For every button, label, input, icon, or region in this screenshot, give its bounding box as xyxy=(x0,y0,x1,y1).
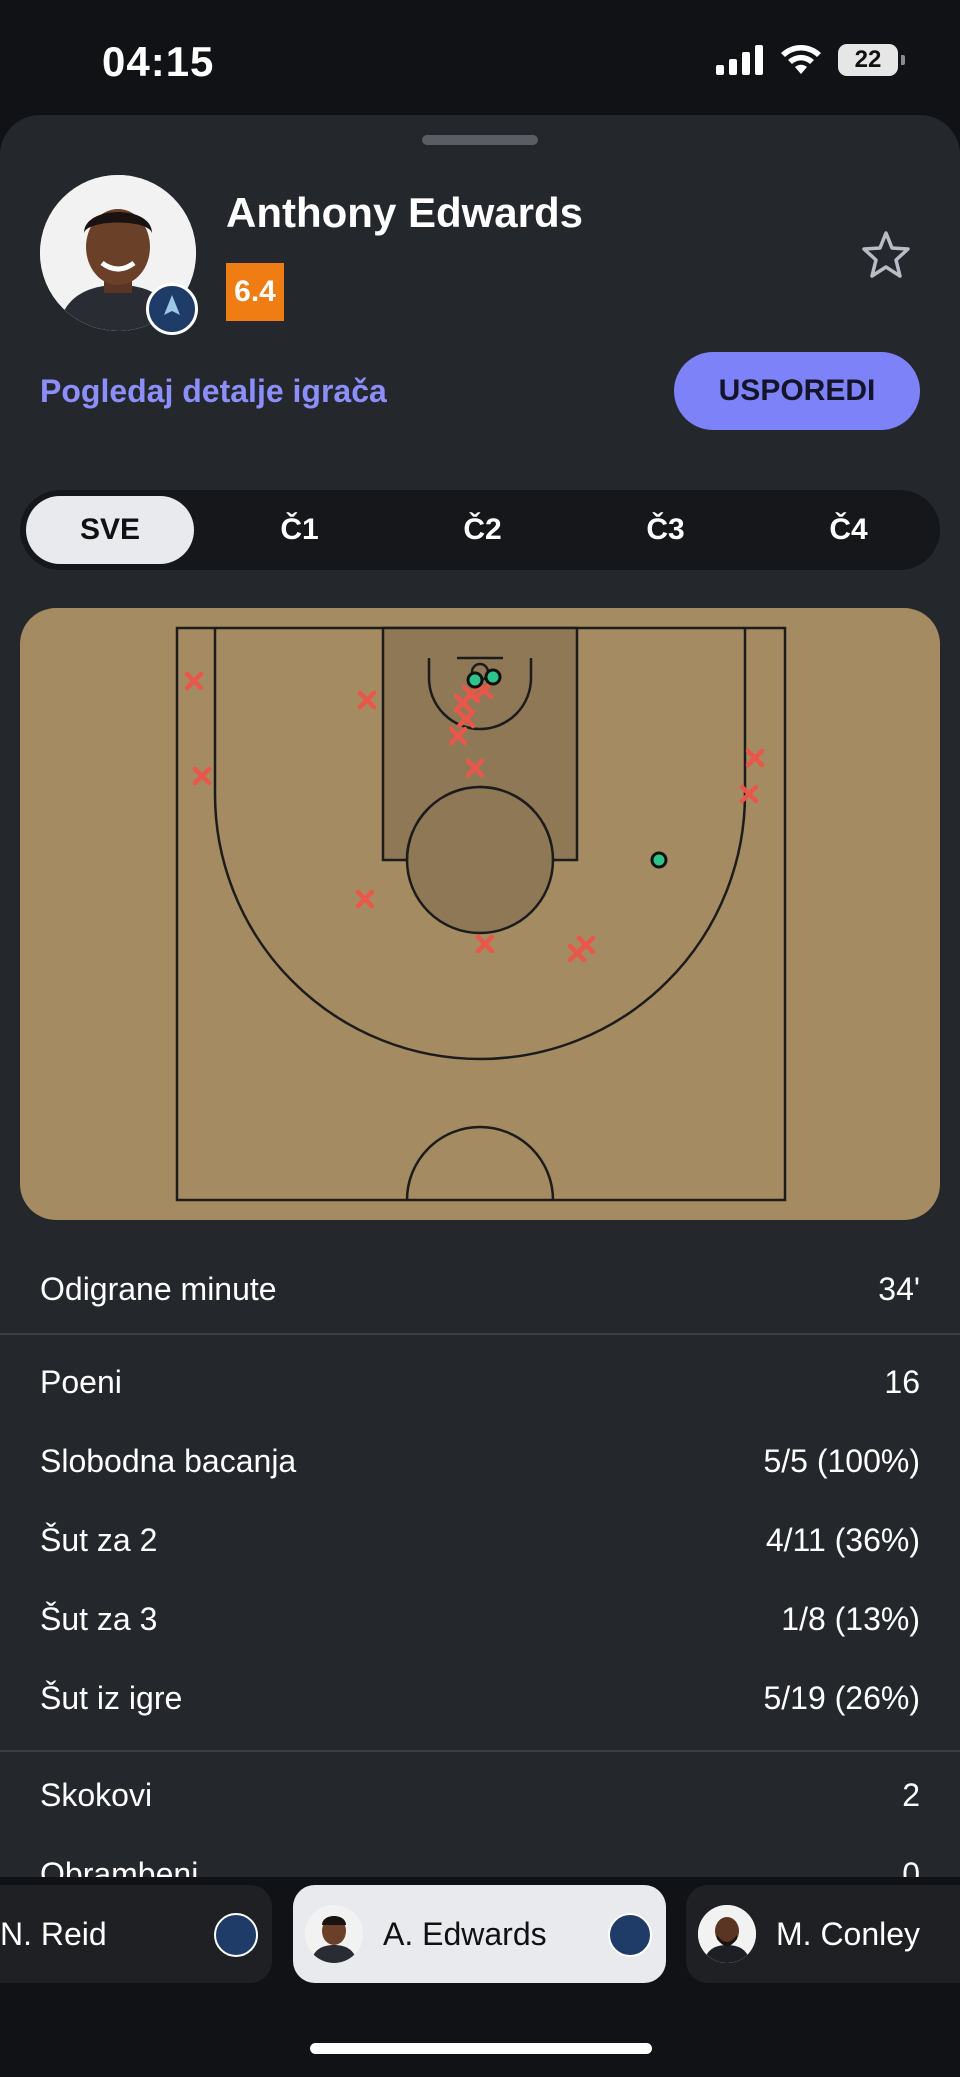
status-icons: 22 xyxy=(716,44,905,76)
stat-value: 2 xyxy=(902,1777,920,1813)
made-shot-marker xyxy=(466,671,484,689)
stat-label: Skokovi xyxy=(40,1777,153,1813)
player-pill-conley[interactable]: M. Conley xyxy=(686,1885,960,1983)
stat-label: Šut iz igre xyxy=(40,1680,183,1716)
tab-q2[interactable]: Č2 xyxy=(391,496,574,564)
signal-icon xyxy=(716,45,763,75)
missed-shot-marker xyxy=(465,758,485,778)
player-rating-badge: 6.4 xyxy=(226,263,284,321)
wifi-icon xyxy=(781,45,821,74)
avatar xyxy=(305,1905,363,1963)
stat-value: 5/19 (26%) xyxy=(763,1680,920,1716)
stat-row-two-point: Šut za 2 4/11 (36%) xyxy=(0,1501,960,1580)
missed-shot-marker xyxy=(453,693,473,713)
stat-label: Slobodna bacanja xyxy=(40,1443,297,1479)
missed-shot-marker xyxy=(184,671,204,691)
player-sheet: Anthony Edwards 6.4 Pogledaj detalje igr… xyxy=(0,115,960,2077)
team-logo-icon xyxy=(146,283,198,335)
stat-row-minutes: Odigrane minute 34' xyxy=(0,1245,960,1333)
stat-value: 1/8 (13%) xyxy=(781,1601,920,1637)
stat-row-free-throws: Slobodna bacanja 5/5 (100%) xyxy=(0,1422,960,1501)
missed-shot-marker xyxy=(475,934,495,954)
made-shot-marker xyxy=(484,668,502,686)
stat-label: Šut za 3 xyxy=(40,1601,158,1637)
missed-shot-marker xyxy=(357,690,377,710)
missed-shot-marker xyxy=(739,784,759,804)
missed-shot-marker xyxy=(456,709,476,729)
player-pill-name: A. Edwards xyxy=(383,1915,547,1952)
missed-shot-marker xyxy=(192,766,212,786)
stat-row-points: Poeni 16 xyxy=(0,1343,960,1422)
battery-icon: 22 xyxy=(838,44,905,76)
status-time: 04:15 xyxy=(102,38,215,85)
tab-all[interactable]: SVE xyxy=(26,496,194,564)
player-pill-name: N. Reid xyxy=(0,1915,107,1952)
player-pill-edwards[interactable]: A. Edwards xyxy=(293,1885,666,1983)
avatar xyxy=(698,1905,756,1963)
stat-value: 4/11 (36%) xyxy=(765,1522,920,1558)
sheet-grabber[interactable] xyxy=(422,135,538,145)
player-switcher: N. Reid A. Edwards M. Conley xyxy=(0,1877,960,2077)
stat-value: 16 xyxy=(884,1364,920,1400)
player-details-link[interactable]: Pogledaj detalje igrača xyxy=(40,373,387,410)
shot-chart xyxy=(20,608,940,1220)
stat-value: 34' xyxy=(878,1270,920,1307)
tab-q3[interactable]: Č3 xyxy=(574,496,757,564)
period-tabs: SVE Č1 Č2 Č3 Č4 xyxy=(20,490,940,570)
missed-shot-marker xyxy=(448,726,468,746)
favorite-star-icon[interactable] xyxy=(858,227,914,283)
divider xyxy=(0,1333,960,1335)
stat-label: Poeni xyxy=(40,1364,122,1400)
player-pill-name: M. Conley xyxy=(776,1915,921,1952)
stats-list: Odigrane minute 34' Poeni 16 Slobodna ba… xyxy=(0,1245,960,1914)
status-bar: 04:15 22 xyxy=(0,0,960,115)
player-pill-reid[interactable]: N. Reid xyxy=(0,1885,272,1983)
tab-q4[interactable]: Č4 xyxy=(757,496,940,564)
stat-row-rebounds: Skokovi 2 xyxy=(0,1756,960,1835)
stat-row-field-goals: Šut iz igre 5/19 (26%) xyxy=(0,1659,960,1738)
player-name: Anthony Edwards xyxy=(226,189,584,236)
tab-q1[interactable]: Č1 xyxy=(208,496,391,564)
team-logo-icon xyxy=(608,1913,652,1957)
shots-layer xyxy=(184,668,765,963)
missed-shot-marker xyxy=(355,889,375,909)
made-shot-marker xyxy=(650,851,668,869)
stat-label: Šut za 2 xyxy=(40,1522,158,1558)
team-logo-icon xyxy=(214,1913,258,1957)
stat-label: Odigrane minute xyxy=(40,1270,277,1307)
compare-button[interactable]: USPOREDI xyxy=(674,352,920,430)
missed-shot-marker xyxy=(576,935,596,955)
home-indicator xyxy=(310,2043,652,2054)
stat-value: 5/5 (100%) xyxy=(763,1443,920,1479)
divider xyxy=(0,1750,960,1752)
stat-row-three-point: Šut za 3 1/8 (13%) xyxy=(0,1580,960,1659)
missed-shot-marker xyxy=(745,748,765,768)
